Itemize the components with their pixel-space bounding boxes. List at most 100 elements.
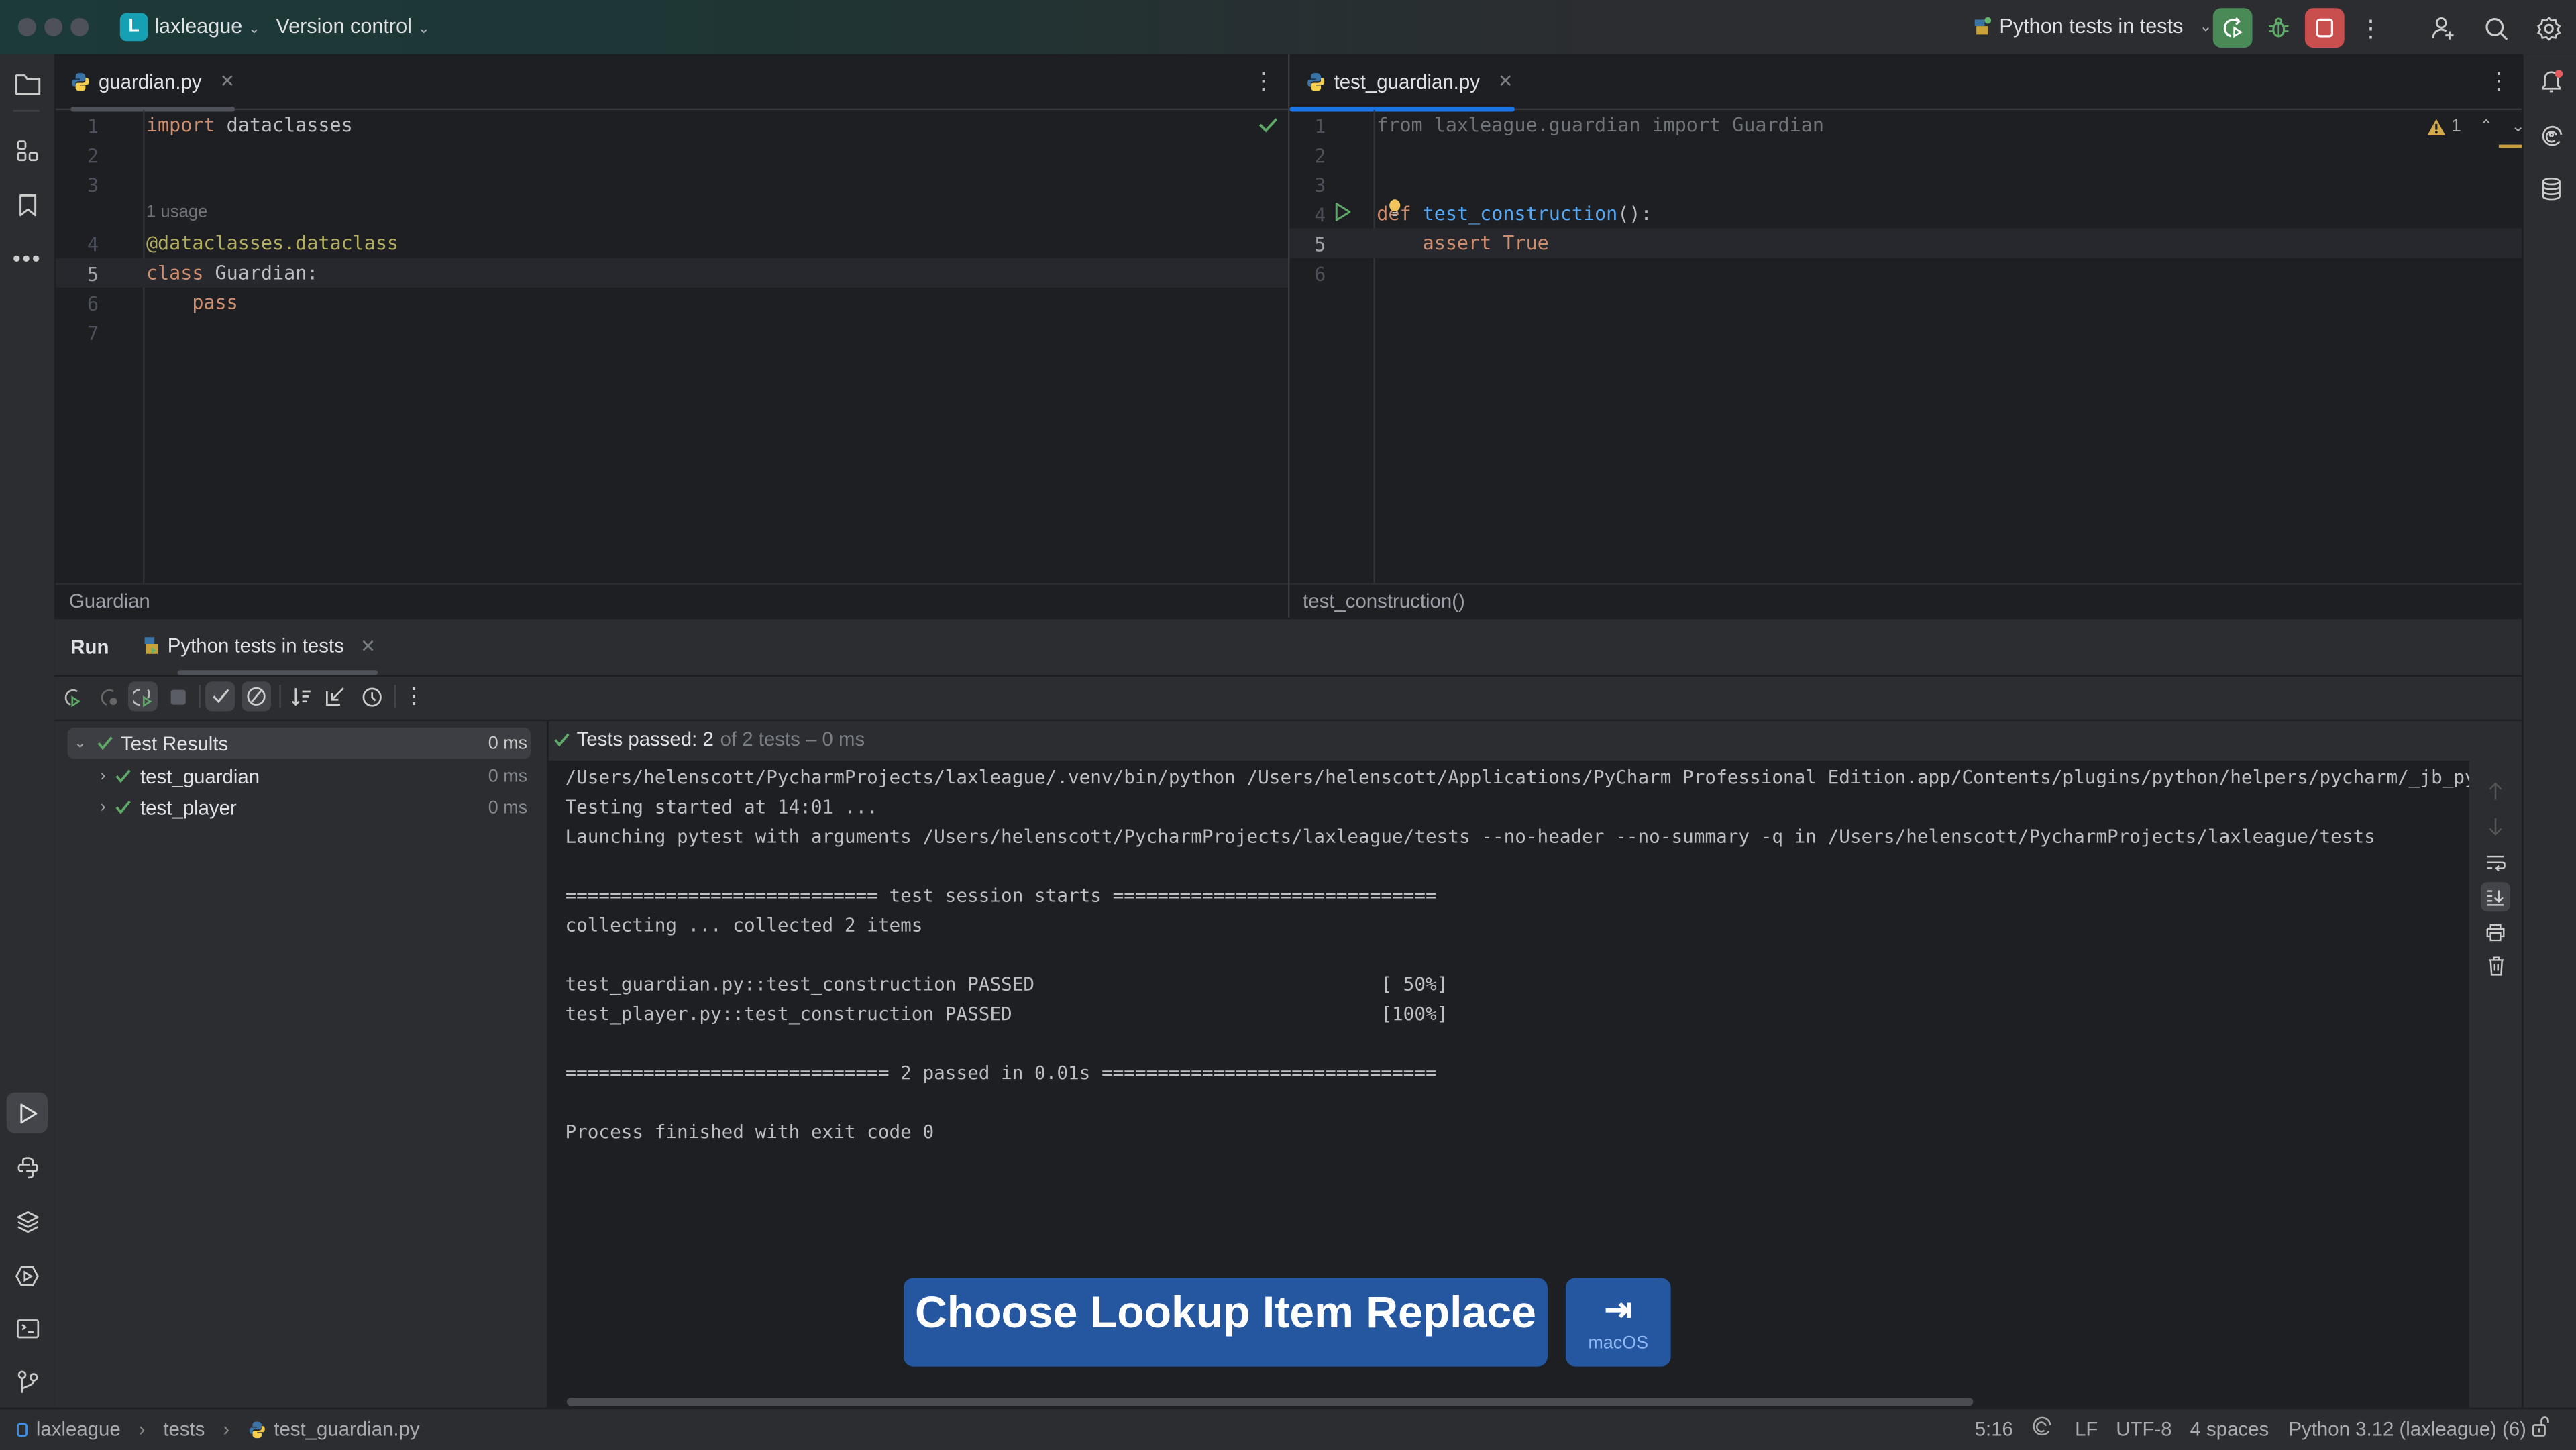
stop-button[interactable] (162, 681, 192, 711)
project-badge[interactable]: L (119, 13, 148, 42)
line-number[interactable]: 4 (1277, 204, 1326, 227)
more-tools-button[interactable]: ••• (10, 240, 44, 274)
show-passed-toggle[interactable] (205, 681, 235, 712)
interpreter-widget[interactable]: Python 3.12 (laxleague) (6) (2288, 1417, 2526, 1440)
run-tool-button[interactable] (6, 1092, 48, 1133)
tab-python-tests[interactable]: Python tests in tests ✕ (143, 634, 376, 657)
nav-file[interactable]: test_guardian.py (274, 1417, 419, 1440)
line-number[interactable]: 7 (49, 322, 99, 345)
bug-icon (2269, 17, 2289, 38)
line-number[interactable]: 4 (49, 233, 99, 256)
settings-button[interactable] (2528, 8, 2568, 48)
close-icon[interactable]: ✕ (219, 70, 235, 92)
terminal-tool-button[interactable] (10, 1310, 44, 1345)
more-vertical-icon: ⋮ (1252, 67, 1275, 94)
breadcrumb-function[interactable]: test_construction() (1303, 590, 1465, 612)
test-history-button[interactable] (356, 681, 386, 711)
python-packages-tool-button[interactable] (10, 1204, 44, 1238)
code-line: from laxleague.guardian import Guardian (1377, 113, 1824, 136)
editor-tabs-menu-button[interactable]: ⋮ (2487, 67, 2510, 95)
rerun-button[interactable] (2212, 8, 2253, 48)
line-number[interactable]: 5 (1277, 233, 1326, 256)
bell-icon (2541, 69, 2562, 92)
line-number[interactable]: 6 (1277, 263, 1326, 286)
more-actions-button[interactable]: ⋮ (2351, 8, 2391, 48)
project-selector[interactable]: laxleague ⌄ (154, 15, 260, 38)
soft-wrap-button[interactable] (2481, 848, 2510, 877)
clear-all-button[interactable] (2481, 951, 2510, 981)
notifications-button[interactable] (2533, 64, 2567, 99)
structure-tool-button[interactable] (10, 133, 44, 167)
next-occurrence-button[interactable] (2481, 812, 2510, 841)
line-number[interactable]: 3 (1277, 174, 1326, 197)
project-tool-button[interactable] (10, 66, 44, 100)
unlocked-icon (2532, 1416, 2549, 1437)
database-button[interactable] (2533, 171, 2567, 205)
git-tool-button[interactable] (10, 1365, 44, 1399)
window-minimize-button[interactable] (44, 17, 63, 36)
previous-occurrence-button[interactable] (2481, 777, 2510, 806)
vcs-selector[interactable]: Version control ⌄ (276, 15, 430, 38)
tree-node-test-player[interactable]: › test_player 0 ms (67, 791, 531, 823)
line-number[interactable]: 5 (49, 263, 99, 286)
breadcrumb-class[interactable]: Guardian (69, 590, 150, 612)
scroll-to-end-button[interactable] (2480, 882, 2511, 912)
window-zoom-button[interactable] (70, 17, 89, 36)
line-number[interactable]: 1 (49, 115, 99, 137)
chevron-right-icon[interactable]: › (100, 798, 105, 816)
search-everywhere-button[interactable] (2476, 8, 2516, 48)
toggle-auto-test-button[interactable] (128, 681, 158, 712)
console-line: /Users/helenscott/PycharmProjects/laxlea… (565, 767, 2469, 789)
read-only-toggle[interactable] (2532, 1416, 2550, 1437)
indent-widget[interactable]: 4 spaces (2190, 1417, 2269, 1440)
tree-node-test-guardian[interactable]: › test_guardian 0 ms (67, 761, 531, 792)
editor-breadcrumb[interactable]: Guardian (56, 583, 1289, 616)
close-icon[interactable]: ✕ (360, 635, 376, 656)
caret-position[interactable]: 5:16 (1975, 1417, 2013, 1440)
tree-node-test-results[interactable]: ⌄ Test Results 0 ms (67, 727, 531, 759)
usage-inlay-hint[interactable]: 1 usage (146, 202, 208, 221)
console-horizontal-scrollbar[interactable] (566, 1398, 1974, 1406)
inspection-widget[interactable]: 1 ⌃ ⌄ (2426, 117, 2525, 136)
intention-bulb-button[interactable] (1388, 199, 1401, 218)
chevron-right-icon[interactable]: › (100, 767, 105, 785)
add-collaborator-button[interactable] (2423, 8, 2463, 48)
next-highlight-icon[interactable]: ⌄ (2511, 117, 2525, 135)
bookmarks-tool-button[interactable] (10, 187, 44, 221)
import-tests-button[interactable] (321, 681, 350, 711)
python-console-tool-button[interactable] (10, 1150, 44, 1184)
code-token: import (146, 113, 215, 137)
warning-stripe-marker[interactable] (2498, 144, 2522, 148)
editor-breadcrumb[interactable]: test_construction() (1289, 583, 2522, 616)
line-number[interactable]: 1 (1277, 115, 1326, 137)
no-problems-indicator[interactable] (1258, 117, 1278, 133)
nav-folder[interactable]: tests (163, 1417, 205, 1440)
rerun-button[interactable] (58, 681, 87, 711)
editor-tabs-menu-button[interactable]: ⋮ (1252, 67, 1275, 95)
chevron-down-icon[interactable]: ⌄ (74, 734, 86, 752)
tab-test-guardian-py[interactable]: test_guardian.py ✕ (1289, 54, 1515, 112)
run-test-gutter-button[interactable] (1334, 202, 1352, 221)
line-separator-widget[interactable]: LF (2075, 1417, 2098, 1440)
line-number[interactable]: 2 (49, 145, 99, 168)
window-close-button[interactable] (17, 17, 36, 36)
stop-button[interactable] (2304, 8, 2345, 48)
tab-guardian-py[interactable]: guardian.py ✕ (70, 54, 235, 112)
services-tool-button[interactable] (10, 1258, 44, 1292)
close-icon[interactable]: ✕ (1498, 70, 1513, 92)
ai-assistant-button[interactable] (2533, 118, 2567, 152)
debug-button[interactable] (2259, 8, 2298, 48)
ai-status-widget[interactable] (2031, 1416, 2052, 1437)
show-ignored-toggle[interactable] (241, 681, 272, 712)
encoding-widget[interactable]: UTF-8 (2116, 1417, 2171, 1440)
line-number[interactable]: 2 (1277, 145, 1326, 168)
line-number[interactable]: 6 (49, 292, 99, 315)
run-config-selector[interactable]: Python tests in tests ⌄ (1972, 15, 2212, 38)
nav-project[interactable]: laxleague (36, 1417, 121, 1440)
print-button[interactable] (2481, 917, 2510, 946)
line-number[interactable]: 3 (49, 174, 99, 197)
more-options-button[interactable]: ⋮ (399, 681, 429, 711)
previous-highlight-icon[interactable]: ⌃ (2479, 117, 2493, 135)
rerun-failed-button[interactable] (94, 681, 123, 711)
sort-button[interactable] (286, 681, 315, 711)
